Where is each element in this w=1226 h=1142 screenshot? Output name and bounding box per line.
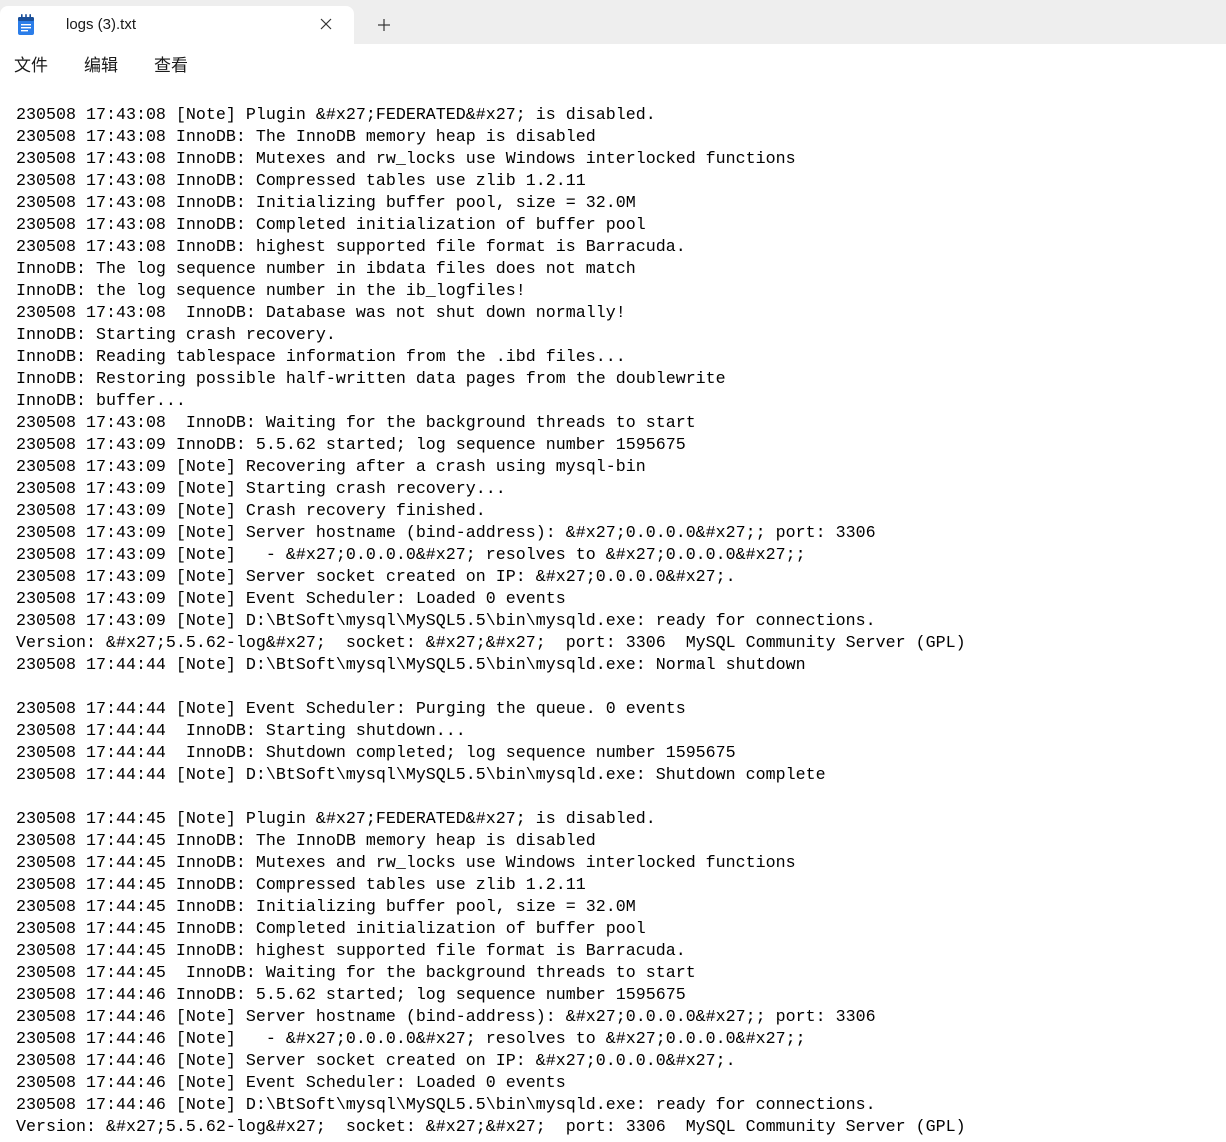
text-line: 230508 17:44:44 [Note] D:\BtSoft\mysql\M… [16, 766, 826, 785]
text-line: 230508 17:43:08 [Note] Plugin &#x27;FEDE… [16, 106, 656, 125]
tab-title: logs (3).txt [66, 16, 137, 33]
text-line: 230508 17:44:46 [Note] - &#x27;0.0.0.0&#… [16, 1030, 806, 1049]
text-line: 230508 17:44:44 [Note] Event Scheduler: … [16, 700, 686, 719]
text-line: 230508 17:44:44 InnoDB: Shutdown complet… [16, 744, 736, 763]
new-tab-button[interactable] [368, 9, 400, 41]
text-line: Version: &#x27;5.5.62-log&#x27; socket: … [16, 1118, 966, 1137]
text-line: 230508 17:44:45 InnoDB: Initializing buf… [16, 898, 636, 917]
text-line: 230508 17:44:45 InnoDB: Mutexes and rw_l… [16, 854, 796, 873]
text-line: Version: &#x27;5.5.62-log&#x27; socket: … [16, 634, 966, 653]
close-tab-button[interactable] [312, 10, 340, 38]
text-line: 230508 17:44:45 InnoDB: The InnoDB memor… [16, 832, 596, 851]
text-line: 230508 17:44:46 [Note] D:\BtSoft\mysql\M… [16, 1096, 876, 1115]
text-line: 230508 17:43:08 InnoDB: Mutexes and rw_l… [16, 150, 796, 169]
text-line: 230508 17:44:46 InnoDB: 5.5.62 started; … [16, 986, 686, 1005]
tab-bar: logs (3).txt [0, 0, 1226, 44]
text-line: InnoDB: Reading tablespace information f… [16, 348, 626, 367]
text-editor[interactable]: 230508 17:43:08 [Note] Plugin &#x27;FEDE… [0, 88, 1226, 1142]
text-line: 230508 17:43:09 [Note] D:\BtSoft\mysql\M… [16, 612, 876, 631]
text-line: 230508 17:43:09 [Note] Server hostname (… [16, 524, 876, 543]
menu-view[interactable]: 查看 [154, 44, 188, 88]
text-line: 230508 17:43:08 InnoDB: The InnoDB memor… [16, 128, 596, 147]
tab-logs[interactable]: logs (3).txt [0, 6, 354, 44]
menu-edit[interactable]: 编辑 [84, 44, 118, 88]
text-line: InnoDB: Starting crash recovery. [16, 326, 336, 345]
text-line: 230508 17:43:09 InnoDB: 5.5.62 started; … [16, 436, 686, 455]
text-line: 230508 17:43:09 [Note] Starting crash re… [16, 480, 506, 499]
text-line: 230508 17:43:08 InnoDB: Completed initia… [16, 216, 646, 235]
notepad-icon [17, 13, 35, 36]
text-line: 230508 17:43:08 InnoDB: highest supporte… [16, 238, 686, 257]
text-line: 230508 17:43:09 [Note] Recovering after … [16, 458, 646, 477]
text-line [16, 787, 1226, 809]
text-line: 230508 17:43:09 [Note] Server socket cre… [16, 568, 736, 587]
text-line: 230508 17:44:45 InnoDB: Completed initia… [16, 920, 646, 939]
menu-file[interactable]: 文件 [14, 44, 48, 88]
text-line: 230508 17:44:45 InnoDB: highest supporte… [16, 942, 686, 961]
text-line: 230508 17:44:45 InnoDB: Compressed table… [16, 876, 586, 895]
text-line: 230508 17:43:08 InnoDB: Waiting for the … [16, 414, 696, 433]
text-line: 230508 17:44:44 InnoDB: Starting shutdow… [16, 722, 466, 741]
text-line: 230508 17:43:09 [Note] - &#x27;0.0.0.0&#… [16, 546, 806, 565]
text-line [16, 677, 1226, 699]
text-line: 230508 17:43:09 [Note] Event Scheduler: … [16, 590, 566, 609]
text-line: 230508 17:44:46 [Note] Event Scheduler: … [16, 1074, 566, 1093]
text-line: InnoDB: The log sequence number in ibdat… [16, 260, 636, 279]
text-line: 230508 17:43:08 InnoDB: Database was not… [16, 304, 626, 323]
text-line: 230508 17:44:45 InnoDB: Waiting for the … [16, 964, 696, 983]
menu-bar: 文件 编辑 查看 [0, 44, 1226, 88]
text-line: 230508 17:43:08 InnoDB: Compressed table… [16, 172, 586, 191]
text-line: 230508 17:43:08 InnoDB: Initializing buf… [16, 194, 636, 213]
text-line: InnoDB: buffer... [16, 392, 186, 411]
text-line: 230508 17:44:45 [Note] Plugin &#x27;FEDE… [16, 810, 656, 829]
text-line: 230508 17:43:09 [Note] Crash recovery fi… [16, 502, 486, 521]
text-line: InnoDB: Restoring possible half-written … [16, 370, 726, 389]
text-line: InnoDB: the log sequence number in the i… [16, 282, 526, 301]
text-line: 230508 17:44:44 [Note] D:\BtSoft\mysql\M… [16, 656, 806, 675]
text-line: 230508 17:44:46 [Note] Server socket cre… [16, 1052, 736, 1071]
close-icon [320, 18, 332, 30]
plus-icon [377, 18, 391, 32]
text-line: 230508 17:44:46 [Note] Server hostname (… [16, 1008, 876, 1027]
